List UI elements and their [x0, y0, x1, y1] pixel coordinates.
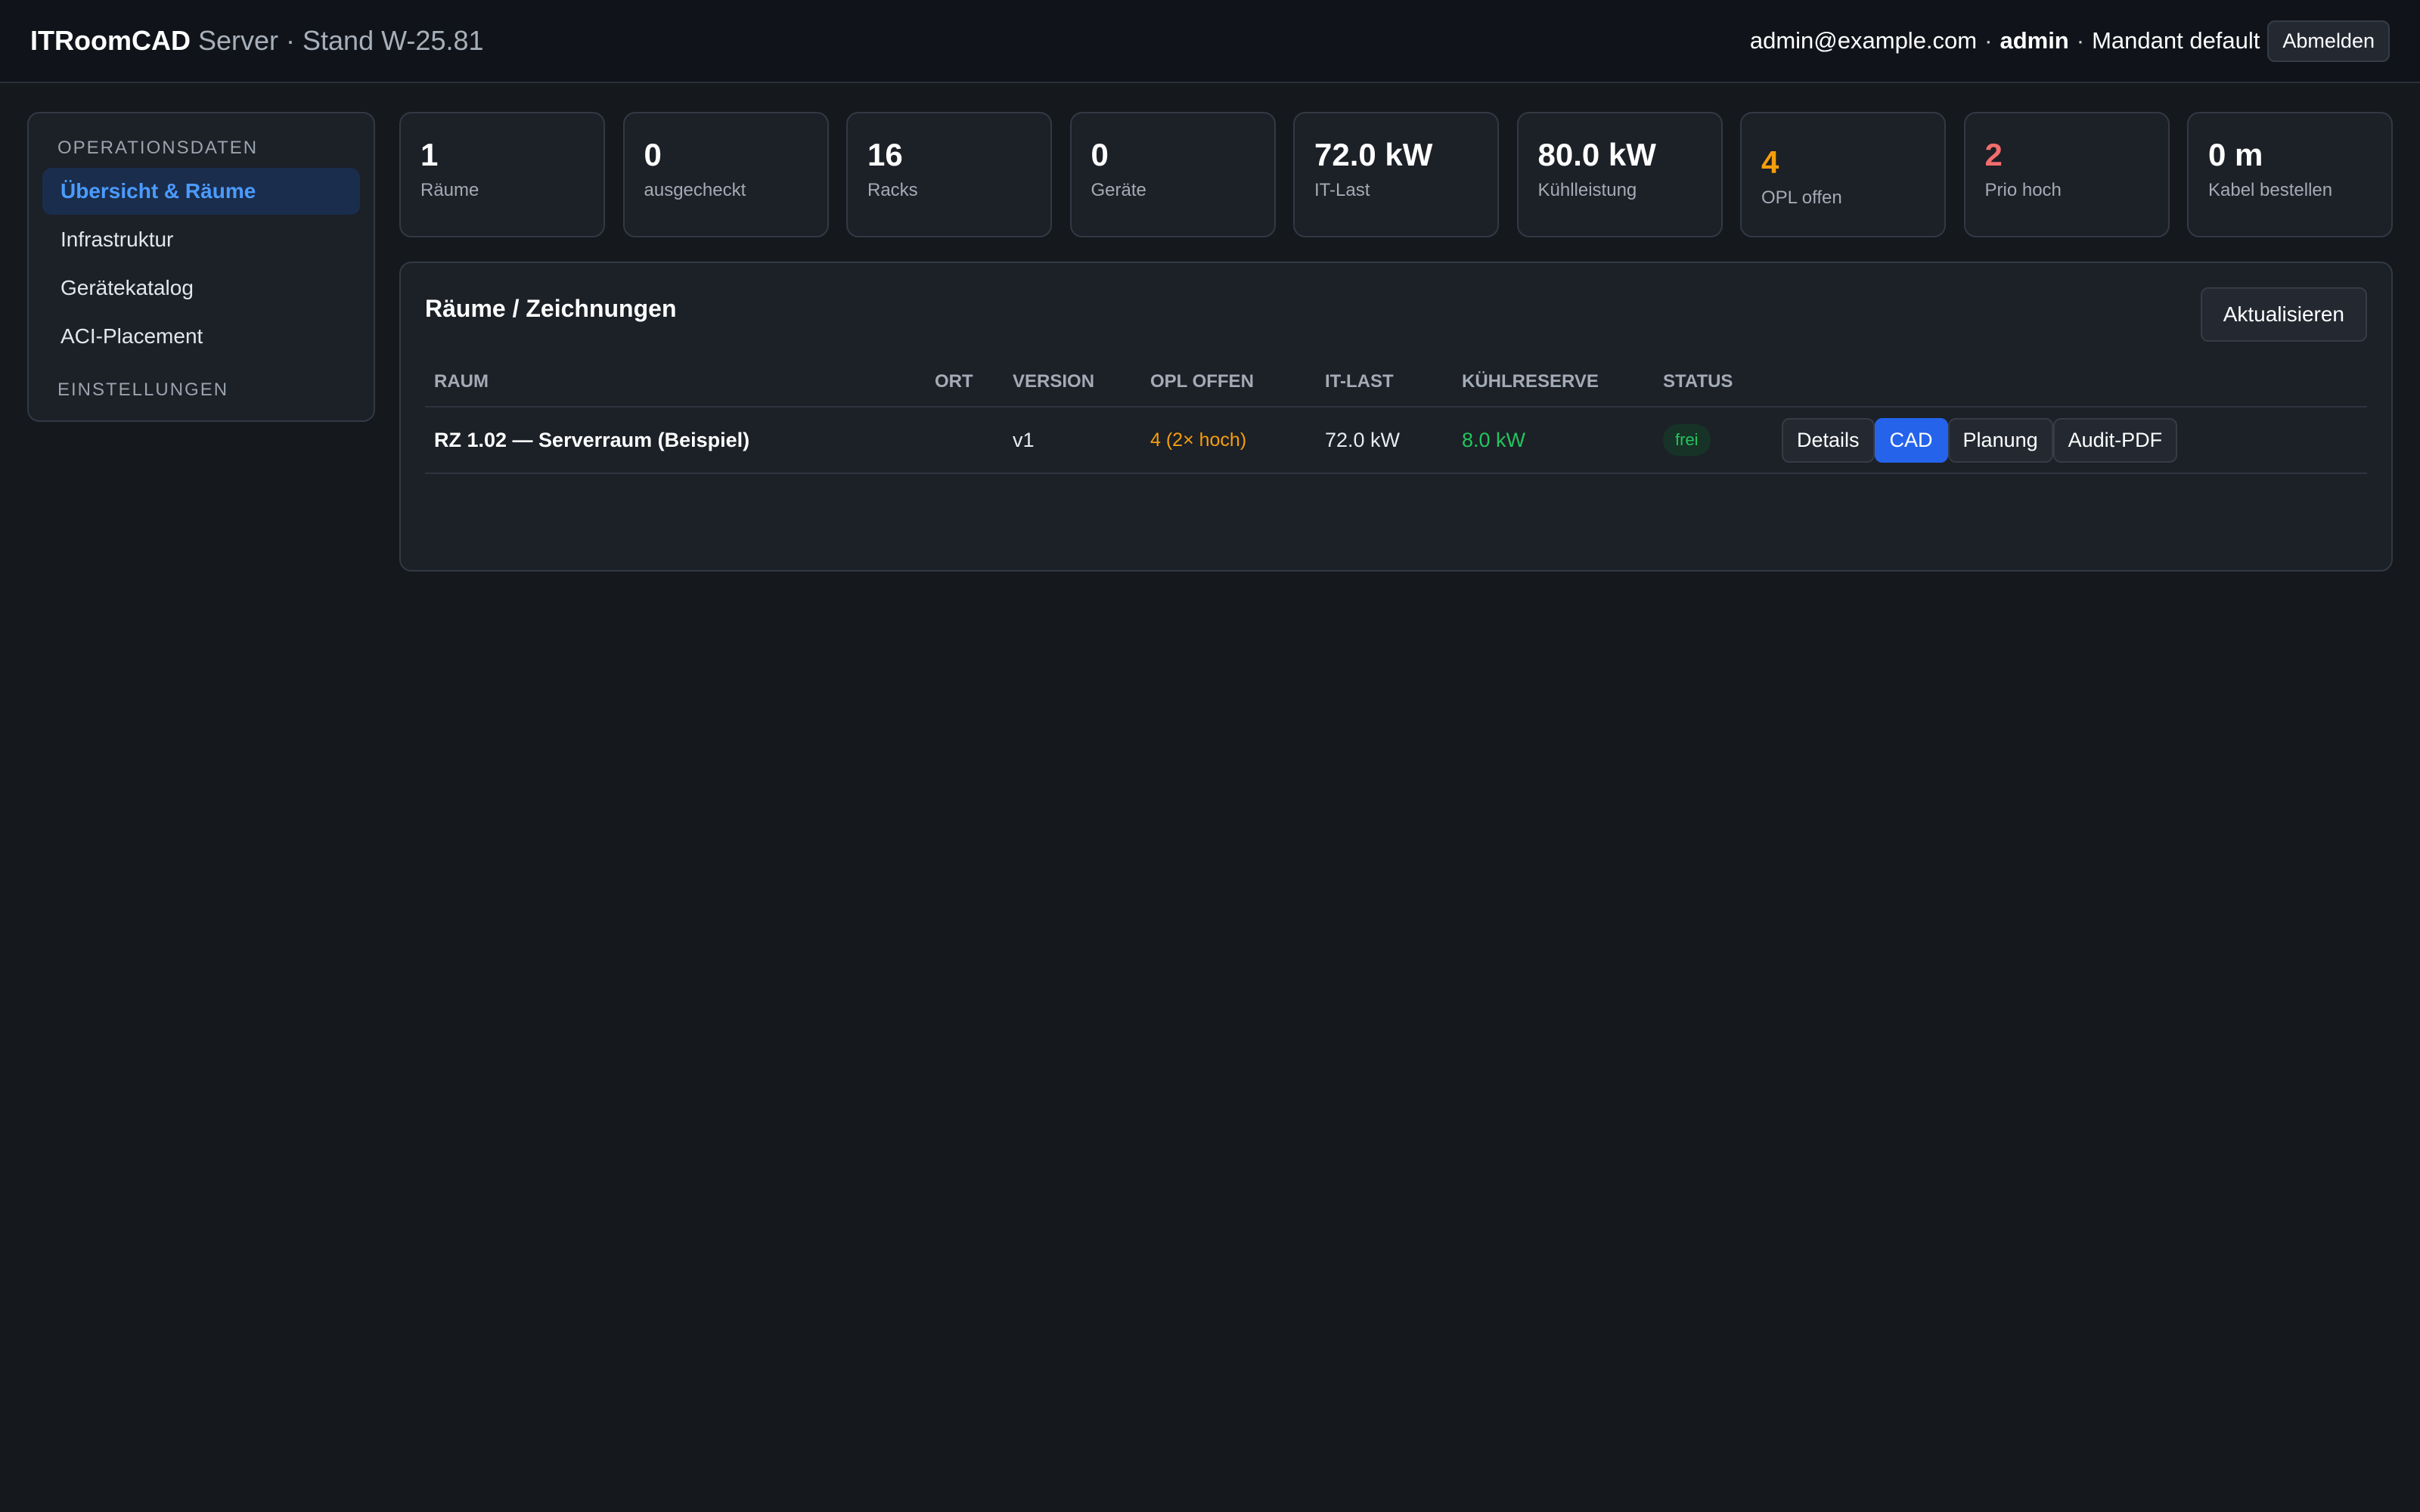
cell-ort [926, 407, 1004, 474]
cell-opl-offen: 4 (2× hoch) [1141, 407, 1316, 474]
kpi-card-raeume: 1 Räume [399, 112, 605, 237]
column-header-version: Version [1004, 357, 1141, 407]
kpi-value: 1 [420, 137, 439, 172]
kpi-card-geraete: 0 Geräte [1069, 112, 1276, 237]
cell-it-last: 72.0 kW [1316, 407, 1453, 474]
separator: · [2076, 27, 2085, 54]
column-header-kuehlreserve: Kühlreserve [1453, 357, 1654, 407]
details-button[interactable]: Details [1782, 417, 1875, 463]
user-role: admin [2000, 27, 2069, 54]
planung-button[interactable]: Planung [1947, 417, 2053, 463]
audit-pdf-button[interactable]: Audit-PDF [2052, 417, 2178, 463]
kpi-label: Racks [867, 180, 918, 200]
row-actions: Details CAD Planung Audit-PDF [1782, 417, 2358, 463]
column-header-actions [1773, 357, 2367, 407]
cell-actions: Details CAD Planung Audit-PDF [1773, 407, 2367, 474]
kpi-card-kuehlleistung: 80.0 kW Kühlleistung [1516, 112, 1723, 237]
tenant-label: Mandant default [2092, 27, 2260, 54]
column-header-ort: Ort [926, 357, 1004, 407]
rooms-panel: Räume / Zeichnungen Aktualisieren Raum O… [399, 262, 2393, 572]
cell-status: frei [1654, 407, 1773, 474]
cell-kuehlreserve: 8.0 kW [1453, 407, 1654, 474]
kpi-value: 4 [1761, 144, 1779, 180]
rooms-table: Raum Ort Version OPL offen IT-Last Kühlr… [425, 357, 2367, 474]
rooms-panel-title: Räume / Zeichnungen [425, 295, 677, 322]
kpi-card-prio-hoch: 2 Prio hoch [1963, 112, 2170, 237]
sidebar-item-infrastruktur[interactable]: Infrastruktur [42, 216, 360, 263]
column-header-status: Status [1654, 357, 1773, 407]
kpi-value: 0 [1091, 137, 1109, 172]
user-info: admin@example.com · admin · Mandant defa… [1750, 20, 2390, 62]
kpi-value: 2 [1984, 137, 2003, 172]
sidebar: OPERATIONSDATEN Übersicht & Räume Infras… [27, 112, 375, 422]
cad-button[interactable]: CAD [1874, 417, 1948, 463]
sidebar-item-geraetekatalog[interactable]: Gerätekatalog [42, 265, 360, 311]
column-header-it-last: IT-Last [1316, 357, 1453, 407]
sidebar-item-aci-placement[interactable]: ACI-Placement [42, 313, 360, 360]
kpi-label: Geräte [1091, 180, 1146, 200]
kpi-card-opl-offen: 4 OPL offen [1740, 112, 1946, 237]
column-header-raum: Raum [425, 357, 926, 407]
kpi-card-ausgecheckt: 0 ausgecheckt [622, 112, 829, 237]
column-header-opl-offen: OPL offen [1141, 357, 1316, 407]
table-header-row: Raum Ort Version OPL offen IT-Last Kühlr… [425, 357, 2367, 407]
kpi-card-it-last: 72.0 kW IT-Last [1293, 112, 1499, 237]
kpi-label: Kühlleistung [1537, 180, 1637, 200]
user-email: admin@example.com [1749, 27, 1978, 54]
sidebar-section-einstellungen[interactable]: EINSTELLUNGEN [42, 380, 360, 401]
kpi-value: 72.0 kW [1314, 137, 1433, 172]
cell-raum: RZ 1.02 — Serverraum (Beispiel) [425, 407, 926, 474]
refresh-button[interactable]: Aktualisieren [2200, 287, 2367, 342]
separator: · [1984, 27, 1993, 54]
sidebar-section-operationsdaten: OPERATIONSDATEN [57, 138, 259, 158]
kpi-row: 1 Räume 0 ausgecheckt 16 Racks 0 Geräte … [399, 112, 2393, 237]
kpi-label: IT-Last [1314, 180, 1370, 200]
kpi-value: 0 m [2208, 137, 2263, 172]
kpi-value: 16 [867, 137, 903, 172]
table-row: RZ 1.02 — Serverraum (Beispiel) v1 4 (2×… [425, 407, 2367, 474]
kpi-card-racks: 16 Racks [846, 112, 1052, 237]
sidebar-item-uebersicht-raeume[interactable]: Übersicht & Räume [42, 168, 360, 215]
status-badge: frei [1663, 424, 1711, 456]
kpi-label: OPL offen [1761, 187, 1842, 208]
kpi-label: Kabel bestellen [2208, 180, 2333, 200]
app-title: ITRoomCAD Server · Stand W-25.81 [30, 25, 484, 57]
top-bar: ITRoomCAD Server · Stand W-25.81 admin@e… [0, 0, 2420, 83]
app-subtitle: Server · Stand W-25.81 [198, 25, 484, 56]
kpi-value: 80.0 kW [1537, 137, 1656, 172]
kpi-label: Prio hoch [1984, 180, 2062, 200]
app-name: ITRoomCAD [30, 25, 191, 56]
cell-version: v1 [1004, 407, 1141, 474]
kpi-label: Räume [420, 180, 479, 200]
kpi-card-kabel-bestellen: 0 m Kabel bestellen [2187, 112, 2393, 237]
kpi-label: ausgecheckt [644, 180, 746, 200]
kpi-value: 0 [644, 137, 662, 172]
logout-button[interactable]: Abmelden [2267, 20, 2390, 62]
